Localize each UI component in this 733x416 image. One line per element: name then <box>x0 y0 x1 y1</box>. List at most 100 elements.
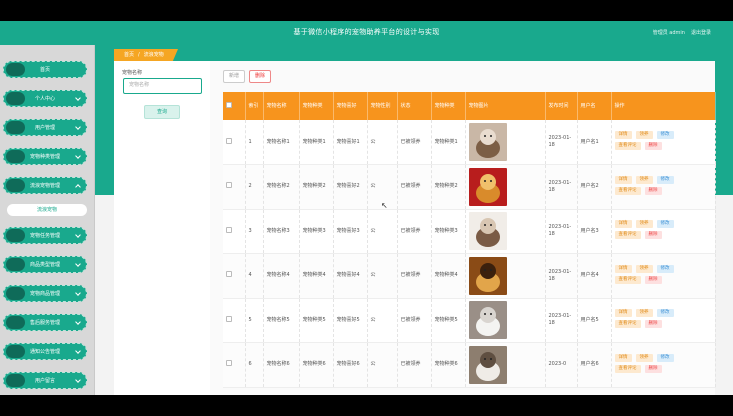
row-select[interactable] <box>223 342 246 388</box>
add-button[interactable]: 新增 <box>223 70 245 83</box>
sidebar-item-notices[interactable]: 通知公告管理 <box>3 343 87 360</box>
detail-button[interactable]: 详情 <box>614 264 632 273</box>
checkbox[interactable] <box>226 182 232 189</box>
cell-kind2: 宠物种类5 <box>431 298 466 343</box>
table-row[interactable]: 5 宠物名称5 宠物种类5 宠物喜好5 公 已被领养 宠物种类5 2023-01… <box>223 298 716 343</box>
checkbox[interactable] <box>226 271 232 278</box>
detail-button[interactable]: 详情 <box>614 131 632 139</box>
cell-name: 宠物名称4 <box>263 253 300 299</box>
adopt-button[interactable]: 领养 <box>635 220 653 229</box>
view-comments-button[interactable]: 查看评论 <box>614 142 641 150</box>
row-delete-button[interactable]: 删除 <box>644 142 662 150</box>
detail-button[interactable]: 详情 <box>614 353 632 362</box>
row-select[interactable] <box>223 209 246 254</box>
cell-hobby: 宠物喜好4 <box>333 253 368 299</box>
submenu-stray-pets[interactable]: 流浪宠物 <box>7 204 87 216</box>
checkbox[interactable] <box>226 360 232 367</box>
view-comments-button[interactable]: 查看评论 <box>614 275 641 284</box>
edit-button[interactable]: 修改 <box>656 131 674 139</box>
checkbox[interactable] <box>226 101 232 108</box>
detail-button[interactable]: 详情 <box>614 220 632 229</box>
adopt-button[interactable]: 领养 <box>635 353 653 362</box>
sidebar-item-label: 宠物任务管理 <box>29 233 60 239</box>
cell-kind: 宠物种类6 <box>299 342 334 388</box>
pet-photo[interactable] <box>468 256 507 295</box>
adopt-button[interactable]: 领养 <box>635 131 653 139</box>
row-delete-button[interactable]: 删除 <box>644 320 662 329</box>
logout-link[interactable]: 退出登录 <box>691 29 711 36</box>
cell-name: 宠物名称6 <box>263 342 300 388</box>
content-panel: 宠物名称 宠物名称 查询 新增 删除 索引 宠物名称 宠物种类 宠物喜好 宠物性… <box>114 61 716 395</box>
sidebar-item-home[interactable]: 首页 <box>3 61 87 78</box>
row-select[interactable] <box>223 253 246 299</box>
detail-button[interactable]: 详情 <box>614 309 632 318</box>
table-row[interactable]: 2 宠物名称2 宠物种类2 宠物喜好2 公 已被领养 宠物种类2 2023-01… <box>223 164 716 210</box>
query-button[interactable]: 查询 <box>144 105 180 119</box>
pet-photo[interactable] <box>468 345 507 384</box>
header-cell: 宠物性别 <box>367 92 398 120</box>
sidebar-item-label: 流浪宠物管理 <box>29 183 60 189</box>
sidebar-item-pet-tasks[interactable]: 宠物任务管理 <box>3 227 87 244</box>
cell-hobby: 宠物喜好6 <box>333 342 368 388</box>
sidebar-item-users[interactable]: 用户管理 <box>3 119 87 136</box>
cell-kind2: 宠物种类1 <box>431 120 466 165</box>
detail-button[interactable]: 详情 <box>614 175 632 184</box>
view-comments-button[interactable]: 查看评论 <box>614 231 641 240</box>
pet-photo[interactable] <box>468 212 507 251</box>
row-delete-button[interactable]: 删除 <box>644 275 662 284</box>
adopt-button[interactable]: 领养 <box>635 309 653 318</box>
table-body: 1 宠物名称1 宠物种类1 宠物喜好1 公 已被领养 宠物种类1 2023-01… <box>223 120 716 388</box>
cell-name: 宠物名称3 <box>263 209 300 254</box>
view-comments-button[interactable]: 查看评论 <box>614 320 641 329</box>
view-comments-button[interactable]: 查看评论 <box>614 186 641 195</box>
cell-status: 已被领养 <box>397 342 432 388</box>
cell-image <box>465 164 546 210</box>
header-select-all[interactable] <box>223 92 246 120</box>
header-cell: 宠物名称 <box>263 92 300 120</box>
row-delete-button[interactable]: 删除 <box>644 231 662 240</box>
checkbox[interactable] <box>226 315 232 322</box>
sidebar-item-messages[interactable]: 用户留言 <box>3 372 87 389</box>
header-cell: 宠物种类 <box>299 92 334 120</box>
edit-button[interactable]: 修改 <box>656 309 674 318</box>
header-cell: 宠物种类 <box>431 92 466 120</box>
table-row[interactable]: 1 宠物名称1 宠物种类1 宠物喜好1 公 已被领养 宠物种类1 2023-01… <box>223 120 716 165</box>
sidebar-item-product-types[interactable]: 商品类型管理 <box>3 256 87 273</box>
adopt-button[interactable]: 领养 <box>635 175 653 184</box>
row-select[interactable] <box>223 120 246 165</box>
table-row[interactable]: 3 宠物名称3 宠物种类3 宠物喜好3 公 已被领养 宠物种类3 2023-01… <box>223 209 716 254</box>
row-select[interactable] <box>223 298 246 343</box>
header-cell: 宠物喜好 <box>333 92 368 120</box>
cell-status: 已被领养 <box>397 209 432 254</box>
edit-button[interactable]: 修改 <box>656 220 674 229</box>
sidebar-item-after-sales[interactable]: 售后服务管理 <box>3 314 87 331</box>
checkbox[interactable] <box>226 226 232 233</box>
checkbox[interactable] <box>226 137 232 144</box>
cell-hobby: 宠物喜好3 <box>333 209 368 254</box>
cell-gender: 公 <box>367 342 398 388</box>
adopt-button[interactable]: 领养 <box>635 264 653 273</box>
cell-actions: 详情 领养 修改 查看评论 删除 <box>611 298 716 343</box>
breadcrumb-home[interactable]: 首页 <box>124 49 134 61</box>
pet-photo[interactable] <box>468 301 507 340</box>
edit-button[interactable]: 修改 <box>656 353 674 362</box>
pet-photo[interactable] <box>468 167 507 206</box>
edit-button[interactable]: 修改 <box>656 264 674 273</box>
sidebar-item-stray-pets[interactable]: 流浪宠物管理 <box>3 177 87 194</box>
delete-button[interactable]: 删除 <box>249 70 271 83</box>
row-select[interactable] <box>223 164 246 210</box>
sidebar-item-label: 宠物商品管理 <box>29 291 60 297</box>
sidebar-item-label: 售后服务管理 <box>29 320 60 326</box>
table-row[interactable]: 4 宠物名称4 宠物种类4 宠物喜好4 公 已被领养 宠物种类4 2023-01… <box>223 253 716 299</box>
search-input[interactable]: 宠物名称 <box>123 78 202 94</box>
sidebar-item-label: 个人中心 <box>34 96 55 102</box>
cell-time: 2023-01-18 <box>545 298 578 343</box>
edit-button[interactable]: 修改 <box>656 175 674 184</box>
cell-gender: 公 <box>367 298 398 343</box>
sidebar-item-pet-products[interactable]: 宠物商品管理 <box>3 285 87 302</box>
sidebar-item-profile[interactable]: 个人中心 <box>3 90 87 107</box>
sidebar-item-pet-kinds[interactable]: 宠物种类管理 <box>3 148 87 165</box>
row-delete-button[interactable]: 删除 <box>644 186 662 195</box>
pet-photo[interactable] <box>468 123 507 161</box>
sidebar: 首页 个人中心 用户管理 宠物种类管理 流浪宠物管理 流浪宠物 宠物任务管理 商… <box>0 45 95 395</box>
